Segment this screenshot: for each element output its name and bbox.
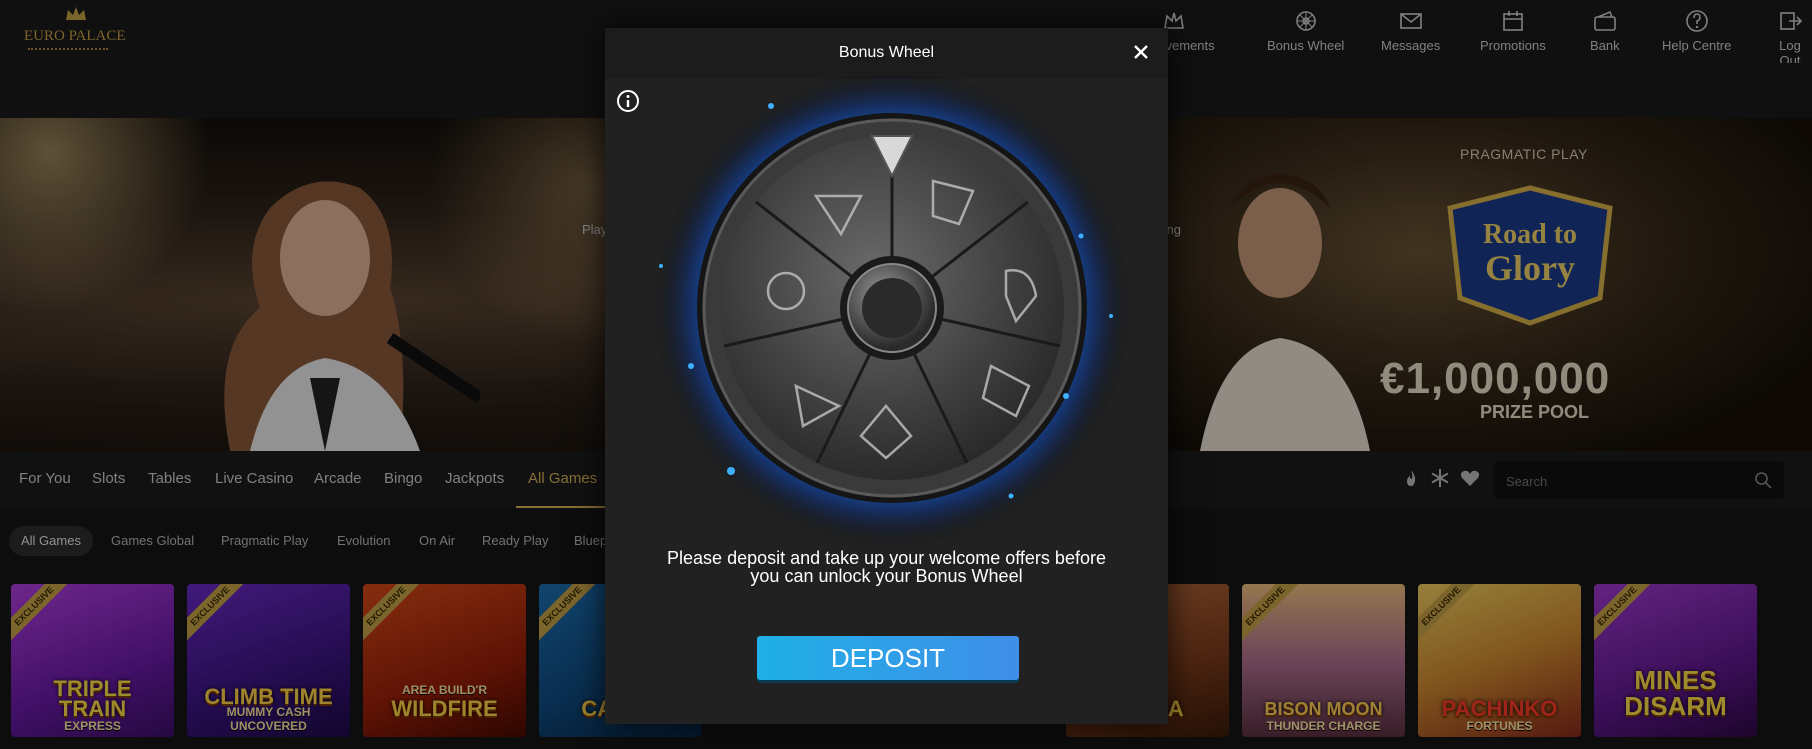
modal-header: Bonus Wheel [605,28,1168,79]
unlock-message-line-2: you can unlock your Bonus Wheel [750,566,1023,586]
unlock-message: Please deposit and take up your welcome … [645,549,1128,585]
unlock-message-line-1: Please deposit and take up your welcome … [667,548,1106,568]
close-icon[interactable] [1128,39,1154,65]
bonus-wheel-modal: Bonus Wheel Please deposit and take up y… [605,28,1168,724]
wheel-graphic [652,76,1132,548]
modal-title: Bonus Wheel [838,44,935,61]
deposit-button[interactable]: DEPOSIT [757,636,1019,680]
bonus-wheel [611,76,1161,556]
